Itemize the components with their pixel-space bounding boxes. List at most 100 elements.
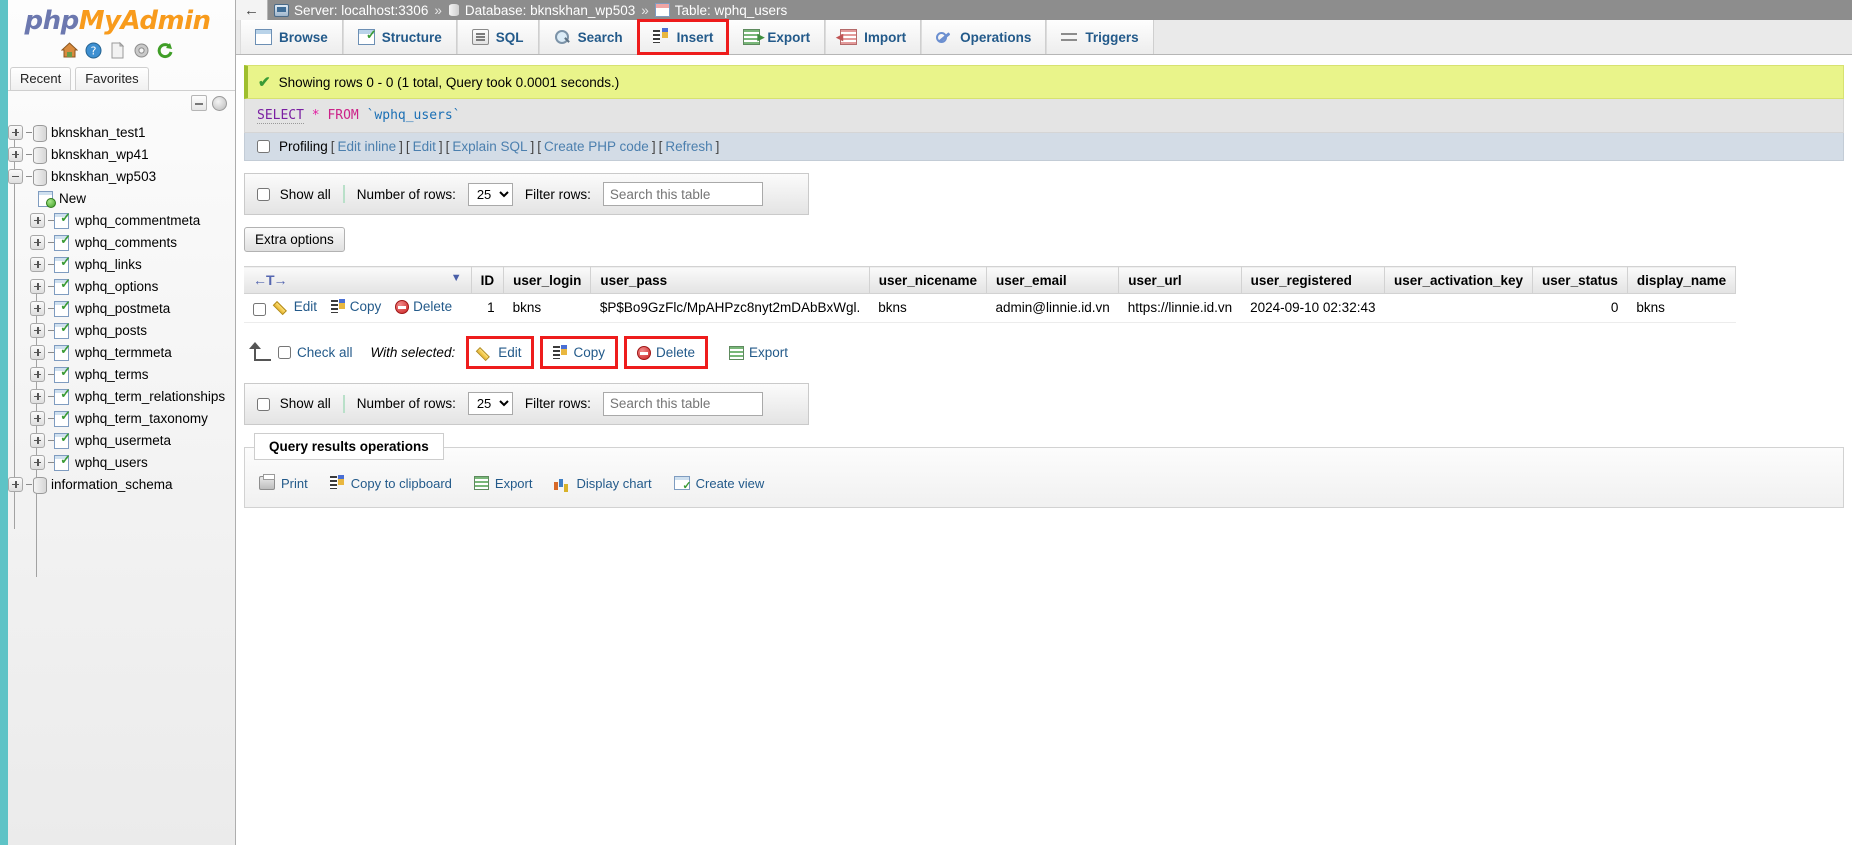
- sort-controls-header[interactable]: ←T→ ▼: [244, 267, 471, 294]
- link-edit[interactable]: Edit: [413, 139, 436, 154]
- tree-label[interactable]: wphq_links: [75, 257, 142, 272]
- tree-table-wphq_commentmeta[interactable]: wphq_commentmeta: [8, 209, 235, 231]
- link-create-php-code[interactable]: Create PHP code: [544, 139, 649, 154]
- create-view-button[interactable]: Create view: [674, 476, 765, 491]
- with-selected-edit-label[interactable]: Edit: [498, 345, 521, 360]
- tab-operations[interactable]: Operations: [921, 20, 1046, 54]
- tree-table-wphq_term_taxonomy[interactable]: wphq_term_taxonomy: [8, 407, 235, 429]
- tree-table-wphq_links[interactable]: wphq_links: [8, 253, 235, 275]
- export-label[interactable]: Export: [495, 476, 533, 491]
- print-label[interactable]: Print: [281, 476, 308, 491]
- tab-import[interactable]: Import: [825, 20, 921, 54]
- column-header-user_activation_key[interactable]: user_activation_key: [1384, 267, 1532, 294]
- print-button[interactable]: Print: [259, 476, 308, 491]
- copy-to-clipboard-button[interactable]: Copy to clipboard: [330, 476, 452, 491]
- tree-table-wphq_comments[interactable]: wphq_comments: [8, 231, 235, 253]
- breadcrumb-database[interactable]: Database: bknskhan_wp503: [448, 3, 635, 18]
- reload-icon[interactable]: [157, 42, 174, 59]
- select-all-arrow-icon[interactable]: [244, 342, 278, 364]
- collapse-all-icon[interactable]: [191, 95, 207, 111]
- show-all-checkbox-bottom[interactable]: [257, 398, 270, 411]
- tree-item-new[interactable]: New: [8, 187, 235, 209]
- tree-table-wphq_termmeta[interactable]: wphq_termmeta: [8, 341, 235, 363]
- expand-icon[interactable]: [8, 125, 23, 140]
- tree-table-wphq_posts[interactable]: wphq_posts: [8, 319, 235, 341]
- tab-insert[interactable]: Insert: [638, 20, 729, 54]
- expand-icon[interactable]: [30, 235, 45, 250]
- with-selected-edit-button[interactable]: Edit: [469, 339, 531, 366]
- tree-label[interactable]: wphq_usermeta: [75, 433, 171, 448]
- collapse-icon[interactable]: [8, 169, 23, 184]
- tab-triggers[interactable]: Triggers: [1046, 20, 1153, 54]
- export-button[interactable]: Export: [474, 476, 533, 491]
- link-edit-inline[interactable]: Edit inline: [338, 139, 397, 154]
- sort-order-icon[interactable]: ←T→: [253, 272, 287, 288]
- back-button[interactable]: ←: [236, 0, 268, 20]
- copy-to-clipboard-label[interactable]: Copy to clipboard: [351, 476, 452, 491]
- tree-table-wphq_options[interactable]: wphq_options: [8, 275, 235, 297]
- show-all-wrapper[interactable]: Show all: [257, 187, 331, 202]
- tree-label[interactable]: wphq_terms: [75, 367, 149, 382]
- tree-table-wphq_users[interactable]: wphq_users: [8, 451, 235, 473]
- extra-options-button[interactable]: Extra options: [244, 227, 345, 252]
- create-view-label[interactable]: Create view: [696, 476, 765, 491]
- logo[interactable]: phpMyAdmin: [0, 0, 235, 38]
- tree-label[interactable]: wphq_term_taxonomy: [75, 411, 208, 426]
- tree-label[interactable]: wphq_users: [75, 455, 148, 470]
- display-chart-label[interactable]: Display chart: [576, 476, 651, 491]
- tree-label[interactable]: bknskhan_wp41: [51, 147, 149, 162]
- filter-rows-input-bottom[interactable]: [603, 392, 763, 416]
- with-selected-delete-label[interactable]: Delete: [656, 345, 695, 360]
- show-all-checkbox[interactable]: [257, 188, 270, 201]
- tree-label[interactable]: New: [59, 191, 86, 206]
- expand-icon[interactable]: [30, 411, 45, 426]
- column-header-id[interactable]: ID: [471, 267, 504, 294]
- column-header-user_status[interactable]: user_status: [1533, 267, 1628, 294]
- tree-label[interactable]: wphq_commentmeta: [75, 213, 200, 228]
- column-header-user_email[interactable]: user_email: [987, 267, 1119, 294]
- column-header-user_url[interactable]: user_url: [1119, 267, 1241, 294]
- expand-icon[interactable]: [30, 367, 45, 382]
- tree-db-bknskhan_wp503[interactable]: bknskhan_wp503: [8, 165, 235, 187]
- link-with-main-panel-icon[interactable]: [212, 96, 227, 111]
- check-all-label[interactable]: Check all: [297, 345, 353, 360]
- tree-label[interactable]: wphq_termmeta: [75, 345, 172, 360]
- display-chart-button[interactable]: Display chart: [554, 476, 651, 491]
- expand-icon[interactable]: [30, 345, 45, 360]
- tree-label[interactable]: information_schema: [51, 477, 173, 492]
- tree-label[interactable]: wphq_comments: [75, 235, 177, 250]
- tree-label[interactable]: wphq_postmeta: [75, 301, 170, 316]
- tree-table-wphq_usermeta[interactable]: wphq_usermeta: [8, 429, 235, 451]
- chevron-down-icon[interactable]: ▼: [451, 272, 462, 284]
- expand-icon[interactable]: [30, 301, 45, 316]
- expand-icon[interactable]: [30, 257, 45, 272]
- row-delete-label[interactable]: Delete: [413, 299, 452, 314]
- tab-browse[interactable]: Browse: [240, 20, 343, 54]
- with-selected-export-label[interactable]: Export: [749, 345, 788, 360]
- breadcrumb-table[interactable]: Table: wphq_users: [655, 3, 788, 18]
- row-edit-button[interactable]: Edit: [276, 299, 317, 314]
- tab-sql[interactable]: SQL: [457, 20, 539, 54]
- check-all-wrapper[interactable]: Check all: [278, 345, 353, 360]
- column-header-user_login[interactable]: user_login: [504, 267, 591, 294]
- link-refresh[interactable]: Refresh: [665, 139, 712, 154]
- tree-label[interactable]: bknskhan_test1: [51, 125, 146, 140]
- tree-db-bknskhan_test1[interactable]: bknskhan_test1: [8, 121, 235, 143]
- link-explain-sql[interactable]: Explain SQL: [452, 139, 527, 154]
- with-selected-export-button[interactable]: Export: [719, 339, 798, 366]
- tree-table-wphq_postmeta[interactable]: wphq_postmeta: [8, 297, 235, 319]
- expand-icon[interactable]: [30, 389, 45, 404]
- check-all-checkbox[interactable]: [278, 346, 291, 359]
- row-select-checkbox[interactable]: [253, 303, 266, 316]
- home-icon[interactable]: [61, 42, 78, 59]
- breadcrumb-server[interactable]: Server: localhost:3306: [274, 3, 428, 18]
- column-header-user_registered[interactable]: user_registered: [1241, 267, 1384, 294]
- number-of-rows-select[interactable]: 25: [468, 183, 513, 206]
- expand-icon[interactable]: [30, 279, 45, 294]
- column-header-display_name[interactable]: display_name: [1627, 267, 1735, 294]
- settings-icon[interactable]: [133, 42, 150, 59]
- row-copy-label[interactable]: Copy: [350, 299, 382, 314]
- sql-query-box[interactable]: SELECT * FROM `wphq_users`: [244, 99, 1844, 133]
- row-delete-button[interactable]: Delete: [395, 299, 452, 314]
- expand-icon[interactable]: [8, 147, 23, 162]
